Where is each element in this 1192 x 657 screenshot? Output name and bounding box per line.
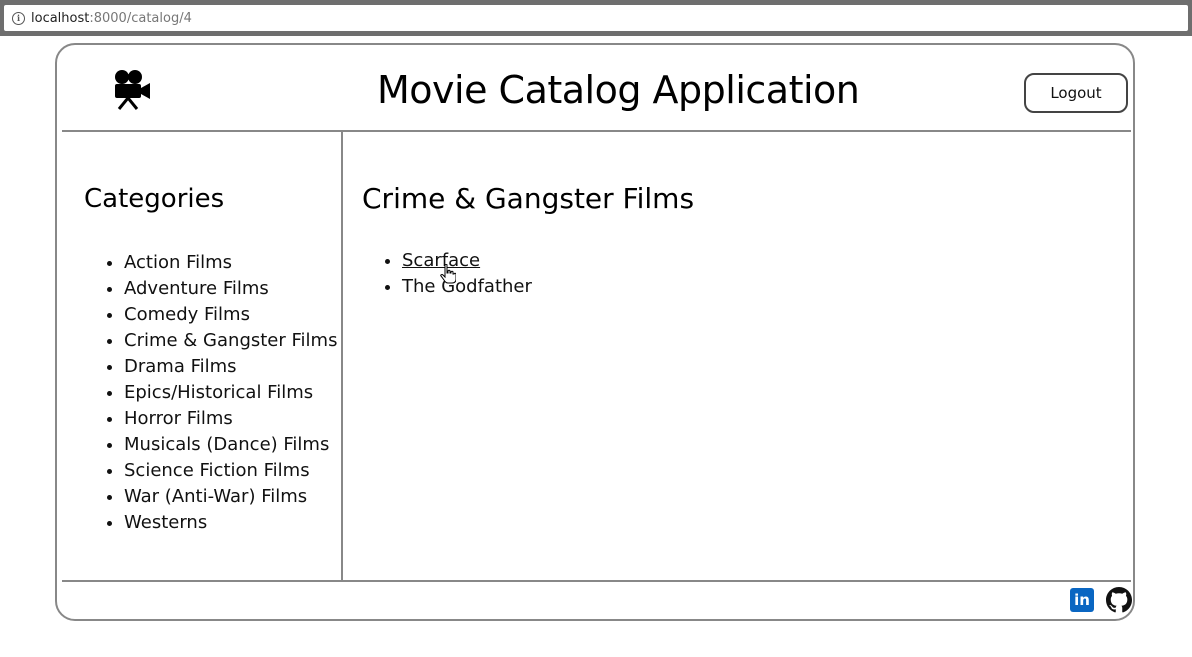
category-item-adventure[interactable]: Adventure Films <box>124 276 337 302</box>
category-item-drama[interactable]: Drama Films <box>124 354 337 380</box>
linkedin-icon-text: in <box>1074 591 1090 609</box>
category-link[interactable]: Epics/Historical Films <box>124 382 313 403</box>
category-list: Action Films Adventure Films Comedy Film… <box>84 250 337 536</box>
category-link[interactable]: Action Films <box>124 252 232 273</box>
movie-item[interactable]: Scarface <box>402 248 532 274</box>
info-icon[interactable]: i <box>12 11 25 25</box>
current-category-title: Crime & Gangster Films <box>362 182 695 215</box>
hand-pointer-cursor-icon <box>440 264 456 284</box>
category-item-war[interactable]: War (Anti-War) Films <box>124 484 337 510</box>
category-item-horror[interactable]: Horror Films <box>124 406 337 432</box>
github-icon[interactable] <box>1106 587 1132 613</box>
linkedin-icon[interactable]: in <box>1070 588 1094 612</box>
movie-camera-icon <box>115 70 150 110</box>
browser-toolbar: i localhost:8000/catalog/4 <box>0 0 1192 36</box>
address-bar[interactable]: i localhost:8000/catalog/4 <box>4 5 1188 31</box>
footer-divider <box>62 580 1131 582</box>
logout-button[interactable]: Logout <box>1024 73 1128 113</box>
category-item-epics[interactable]: Epics/Historical Films <box>124 380 337 406</box>
category-link[interactable]: Westerns <box>124 512 207 533</box>
category-item-crime[interactable]: Crime & Gangster Films <box>124 328 337 354</box>
category-link[interactable]: War (Anti-War) Films <box>124 486 307 507</box>
category-link[interactable]: Crime & Gangster Films <box>124 330 337 351</box>
category-link[interactable]: Science Fiction Films <box>124 460 310 481</box>
sidebar-divider <box>341 132 343 580</box>
movie-link-the-godfather[interactable]: The Godfather <box>402 276 532 297</box>
category-item-comedy[interactable]: Comedy Films <box>124 302 337 328</box>
category-link[interactable]: Drama Films <box>124 356 237 377</box>
app-title: Movie Catalog Application <box>377 68 860 112</box>
category-item-action[interactable]: Action Films <box>124 250 337 276</box>
url-text: localhost:8000/catalog/4 <box>31 10 192 26</box>
category-link[interactable]: Comedy Films <box>124 304 250 325</box>
categories-heading: Categories <box>84 184 225 214</box>
category-link[interactable]: Adventure Films <box>124 278 269 299</box>
category-item-scifi[interactable]: Science Fiction Films <box>124 458 337 484</box>
movie-item[interactable]: The Godfather <box>402 274 532 300</box>
category-link[interactable]: Musicals (Dance) Films <box>124 434 329 455</box>
category-link[interactable]: Horror Films <box>124 408 233 429</box>
category-item-westerns[interactable]: Westerns <box>124 510 337 536</box>
category-item-musicals[interactable]: Musicals (Dance) Films <box>124 432 337 458</box>
header-divider <box>62 130 1131 132</box>
